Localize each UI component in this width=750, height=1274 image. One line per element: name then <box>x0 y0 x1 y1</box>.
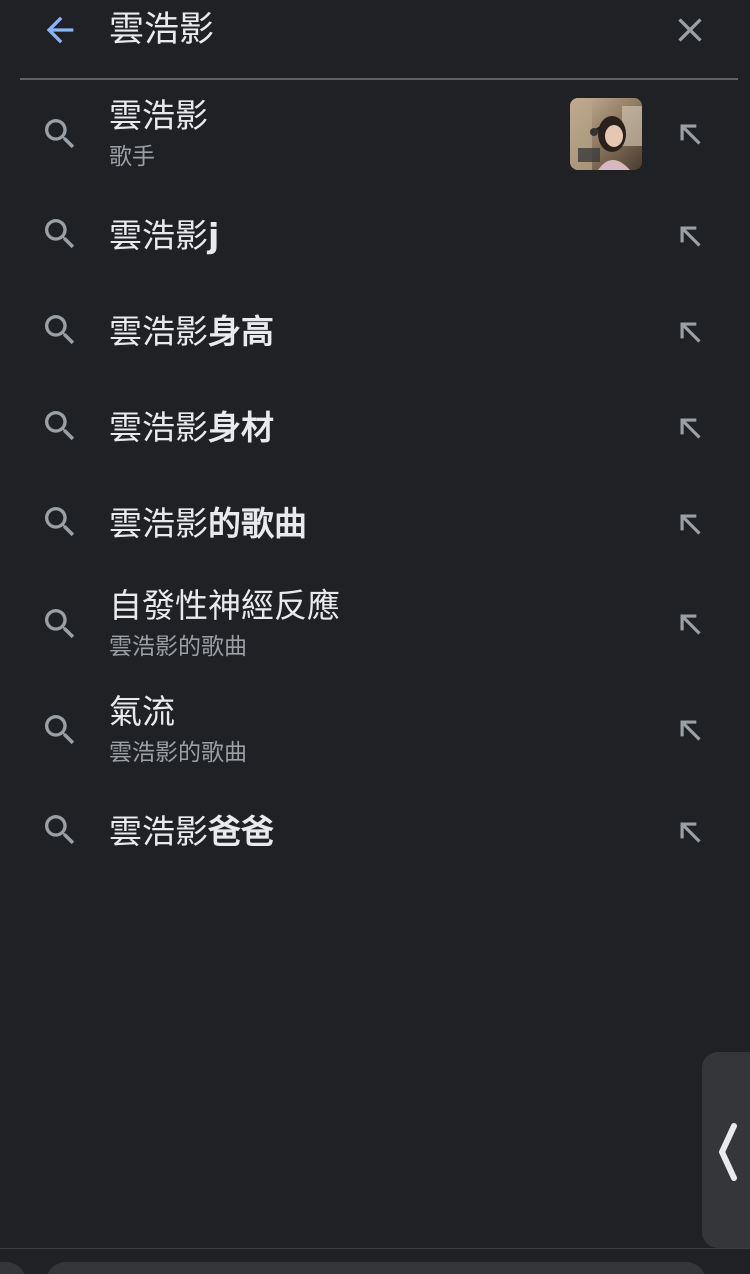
chevron-left-icon <box>719 1123 737 1181</box>
search-icon-wrap <box>38 808 82 852</box>
suggestion-title: 自發性神經反應 <box>109 584 340 628</box>
header-divider <box>20 78 738 80</box>
suggestion-title: 雲浩影 <box>109 94 208 138</box>
suggestion-completion-text: 爸爸 <box>208 812 274 851</box>
suggestion-item[interactable]: 雲浩影的歌曲 <box>0 480 750 570</box>
keyboard-key[interactable] <box>0 1262 26 1274</box>
artist-thumbnail[interactable] <box>570 98 642 170</box>
keyboard-divider <box>0 1248 750 1249</box>
suggestion-title: 雲浩影身高 <box>109 310 274 354</box>
suggestion-title: 雲浩影爸爸 <box>109 810 274 854</box>
suggestion-item[interactable]: 雲浩影j <box>0 192 750 282</box>
arrow-up-left-icon <box>680 124 701 145</box>
search-icon-wrap <box>38 212 82 256</box>
suggestion-title: 雲浩影的歌曲 <box>109 502 307 546</box>
back-button[interactable] <box>38 8 82 52</box>
search-icon <box>45 507 75 537</box>
suggestion-typed-text: 雲浩影 <box>109 504 208 543</box>
suggestion-item[interactable]: 雲浩影身高 <box>0 288 750 378</box>
keyboard-suggestion-bar[interactable] <box>46 1262 706 1274</box>
suggestion-item[interactable]: 氣流 雲浩影的歌曲 <box>0 688 750 778</box>
suggestion-completion-text: 身高 <box>208 312 274 351</box>
search-icon-wrap <box>38 708 82 752</box>
search-icon <box>45 815 75 845</box>
fill-query-button[interactable] <box>668 310 712 354</box>
arrow-up-left-icon <box>680 418 701 439</box>
close-icon <box>678 18 702 42</box>
fill-query-button[interactable] <box>668 602 712 646</box>
suggestion-title: 氣流 <box>109 690 175 734</box>
arrow-up-left-icon <box>680 822 701 843</box>
suggestion-typed-text: 雲浩影 <box>109 408 208 447</box>
edge-panel-handle[interactable] <box>702 1052 750 1248</box>
arrow-up-left-icon <box>680 322 701 343</box>
suggestion-completion-text: j <box>208 216 220 255</box>
suggestion-completion-text: 身材 <box>208 408 274 447</box>
search-icon-wrap <box>38 404 82 448</box>
search-icon-wrap <box>38 602 82 646</box>
suggestion-subtitle: 雲浩影的歌曲 <box>109 634 247 660</box>
suggestion-typed-text: 氣流 <box>109 692 175 731</box>
suggestion-item[interactable]: 自發性神經反應 雲浩影的歌曲 <box>0 582 750 672</box>
fill-query-button[interactable] <box>668 214 712 258</box>
suggestion-title: 雲浩影身材 <box>109 406 274 450</box>
search-header <box>0 0 750 80</box>
suggestion-subtitle: 歌手 <box>109 144 155 170</box>
fill-query-button[interactable] <box>668 810 712 854</box>
fill-query-button[interactable] <box>668 406 712 450</box>
suggestion-subtitle: 雲浩影的歌曲 <box>109 740 247 766</box>
search-icon-wrap <box>38 500 82 544</box>
suggestion-typed-text: 雲浩影 <box>109 96 208 135</box>
suggestion-typed-text: 雲浩影 <box>109 312 208 351</box>
search-icon <box>45 609 75 639</box>
fill-query-button[interactable] <box>668 112 712 156</box>
search-icon <box>45 315 75 345</box>
search-input[interactable] <box>109 4 609 56</box>
suggestion-item[interactable]: 雲浩影爸爸 <box>0 788 750 878</box>
search-icon-wrap <box>38 112 82 156</box>
search-icon <box>45 411 75 441</box>
search-icon-wrap <box>38 308 82 352</box>
suggestion-item[interactable]: 雲浩影身材 <box>0 384 750 474</box>
search-icon <box>45 219 75 249</box>
artist-photo-image <box>570 98 642 170</box>
suggestion-typed-text: 自發性神經反應 <box>109 586 340 625</box>
fill-query-button[interactable] <box>668 502 712 546</box>
suggestion-typed-text: 雲浩影 <box>109 812 208 851</box>
arrow-up-left-icon <box>680 614 701 635</box>
suggestion-title: 雲浩影j <box>109 214 219 258</box>
clear-button[interactable] <box>668 8 712 52</box>
arrow-up-left-icon <box>680 720 701 741</box>
suggestion-completion-text: 的歌曲 <box>208 504 307 543</box>
search-icon <box>45 715 75 745</box>
arrow-left-icon <box>46 16 74 44</box>
fill-query-button[interactable] <box>668 708 712 752</box>
suggestion-typed-text: 雲浩影 <box>109 216 208 255</box>
search-icon <box>45 119 75 149</box>
arrow-up-left-icon <box>680 514 701 535</box>
arrow-up-left-icon <box>680 226 701 247</box>
